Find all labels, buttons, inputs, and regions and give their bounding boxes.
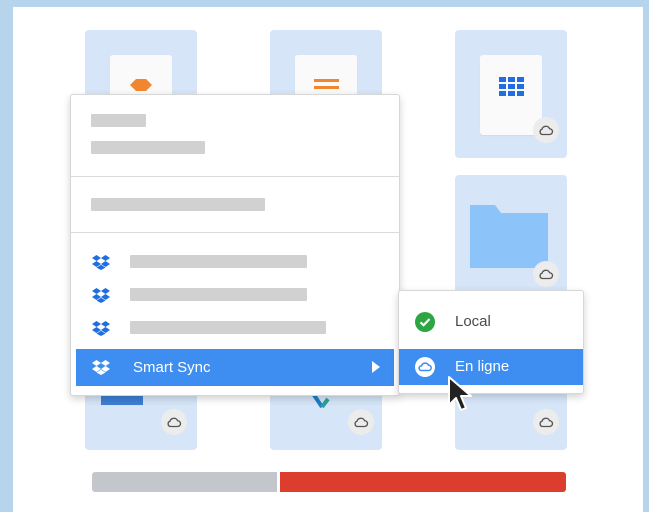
check-circle-icon: [415, 312, 435, 332]
cloud-icon: [161, 409, 187, 435]
menu-item-placeholder[interactable]: [91, 141, 205, 154]
cloud-circle-icon: [415, 357, 435, 377]
cloud-icon: [348, 409, 374, 435]
dropbox-icon: [92, 321, 110, 336]
option-local[interactable]: Local: [399, 304, 583, 340]
cloud-icon: [533, 261, 559, 287]
context-menu: Smart Sync: [70, 94, 400, 396]
menu-item-smart-sync[interactable]: Smart Sync: [76, 349, 394, 386]
menu-divider: [71, 232, 399, 233]
dropbox-icon: [92, 255, 110, 270]
spreadsheet-icon: [480, 55, 542, 135]
file-tile[interactable]: [455, 30, 567, 158]
cloud-icon: [533, 117, 559, 143]
cursor-icon: [448, 376, 472, 411]
dropbox-icon: [92, 360, 110, 375]
menu-item-placeholder[interactable]: [91, 114, 146, 127]
smart-sync-label: Smart Sync: [133, 359, 211, 376]
submenu-arrow-icon: [372, 361, 380, 373]
menu-item-placeholder[interactable]: [130, 255, 307, 268]
shape-icon: [130, 79, 152, 91]
folder-tile[interactable]: [455, 175, 567, 295]
menu-item-placeholder[interactable]: [91, 198, 265, 211]
cloud-icon: [533, 409, 559, 435]
menu-item-placeholder[interactable]: [130, 288, 307, 301]
option-local-label: Local: [455, 313, 491, 330]
dropbox-icon: [92, 288, 110, 303]
menu-divider: [71, 176, 399, 177]
storage-bar-over: [280, 472, 566, 492]
text-lines-icon: [314, 79, 339, 89]
menu-item-placeholder[interactable]: [130, 321, 326, 334]
option-online[interactable]: En ligne: [399, 349, 583, 385]
option-online-label: En ligne: [455, 358, 510, 375]
grid-icon: [499, 77, 524, 96]
storage-bar-used: [92, 472, 277, 492]
smart-sync-submenu: Local En ligne: [398, 290, 584, 394]
